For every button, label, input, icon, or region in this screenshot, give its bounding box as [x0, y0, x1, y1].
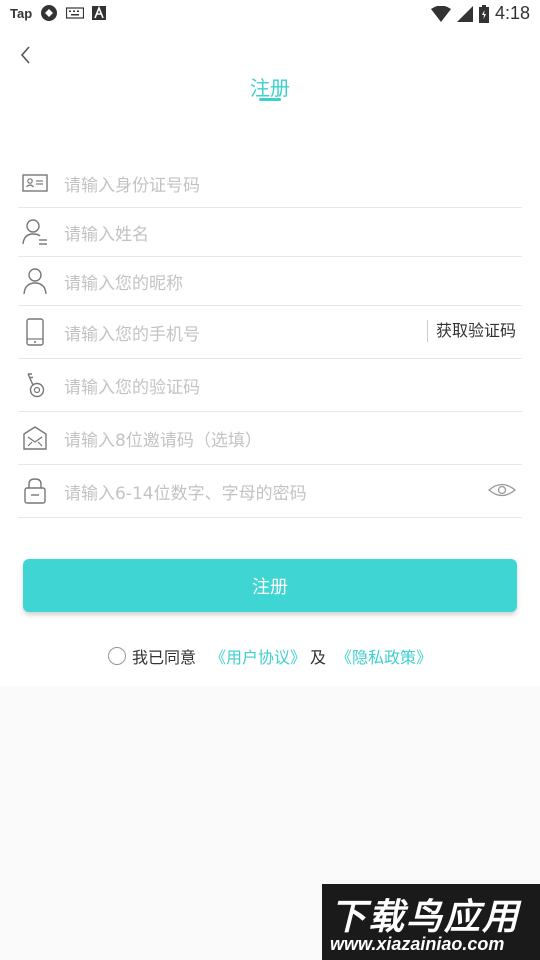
lock-icon [18, 476, 52, 506]
phone-row[interactable]: 请输入您的手机号 获取验证码 [18, 306, 522, 359]
name-input[interactable]: 请输入姓名 [64, 220, 522, 245]
register-page: 注册 请输入身份证号码 请输入姓名 请输入您的昵称 请输入您的手机号 获取验证码… [0, 28, 540, 686]
signal-icon [456, 5, 473, 22]
register-form: 请输入身份证号码 请输入姓名 请输入您的昵称 请输入您的手机号 获取验证码 请输… [18, 159, 522, 518]
code-row[interactable]: 请输入您的验证码 [18, 359, 522, 412]
status-bar-left: Tap [10, 4, 107, 22]
keyboard-icon [66, 7, 85, 19]
tap-app-label: Tap [10, 5, 33, 21]
invite-input[interactable]: 请输入8位邀请码（选填） [64, 426, 522, 451]
nickname-input[interactable]: 请输入您的昵称 [64, 269, 522, 294]
phone-icon [18, 317, 52, 347]
watermark: 下载鸟应用 www.xiazainiao.com [322, 884, 540, 960]
agree-radio[interactable] [107, 647, 126, 665]
key-icon [18, 370, 52, 400]
code-input[interactable]: 请输入您的验证码 [64, 373, 522, 398]
agree-prefix: 我已同意 [131, 648, 196, 667]
user-name-icon [18, 217, 52, 247]
status-bar-right: 4:18 [430, 3, 530, 24]
wifi-icon [430, 5, 451, 22]
agreement-line: 我已同意 《用户协议》 及 《隐私政策》 [0, 644, 540, 668]
watermark-url: www.xiazainiao.com [330, 934, 505, 954]
watermark-title: 下载鸟应用 [330, 897, 521, 938]
user-agreement-link[interactable]: 《用户协议》 [210, 644, 306, 668]
agree-and: 及 [310, 648, 327, 667]
invite-icon [18, 423, 52, 453]
clock: 4:18 [494, 3, 530, 23]
nickname-row[interactable]: 请输入您的昵称 [18, 257, 522, 306]
privacy-policy-link[interactable]: 《隐私政策》 [336, 644, 432, 668]
password-row[interactable]: 请输入6-14位数字、字母的密码 [18, 465, 522, 518]
chevron-left-icon [20, 46, 30, 64]
name-row[interactable]: 请输入姓名 [18, 208, 522, 257]
page-title: 注册 [250, 76, 290, 100]
a-icon [92, 6, 107, 20]
id-card-input[interactable]: 请输入身份证号码 [64, 171, 522, 196]
eye-icon[interactable] [487, 479, 517, 501]
password-input[interactable]: 请输入6-14位数字、字母的密码 [64, 479, 522, 504]
id-card-row[interactable]: 请输入身份证号码 [18, 159, 522, 208]
back-button[interactable] [14, 40, 38, 70]
title-underline [259, 98, 281, 101]
register-button[interactable]: 注册 [23, 559, 517, 612]
invite-row[interactable]: 请输入8位邀请码（选填） [18, 412, 522, 465]
sync-icon [41, 5, 58, 21]
user-icon [18, 266, 52, 296]
id-card-icon [18, 168, 52, 198]
status-bar: Tap 4:18 [0, 0, 540, 28]
get-code-button[interactable]: 获取验证码 [426, 320, 516, 342]
battery-icon [478, 4, 489, 23]
